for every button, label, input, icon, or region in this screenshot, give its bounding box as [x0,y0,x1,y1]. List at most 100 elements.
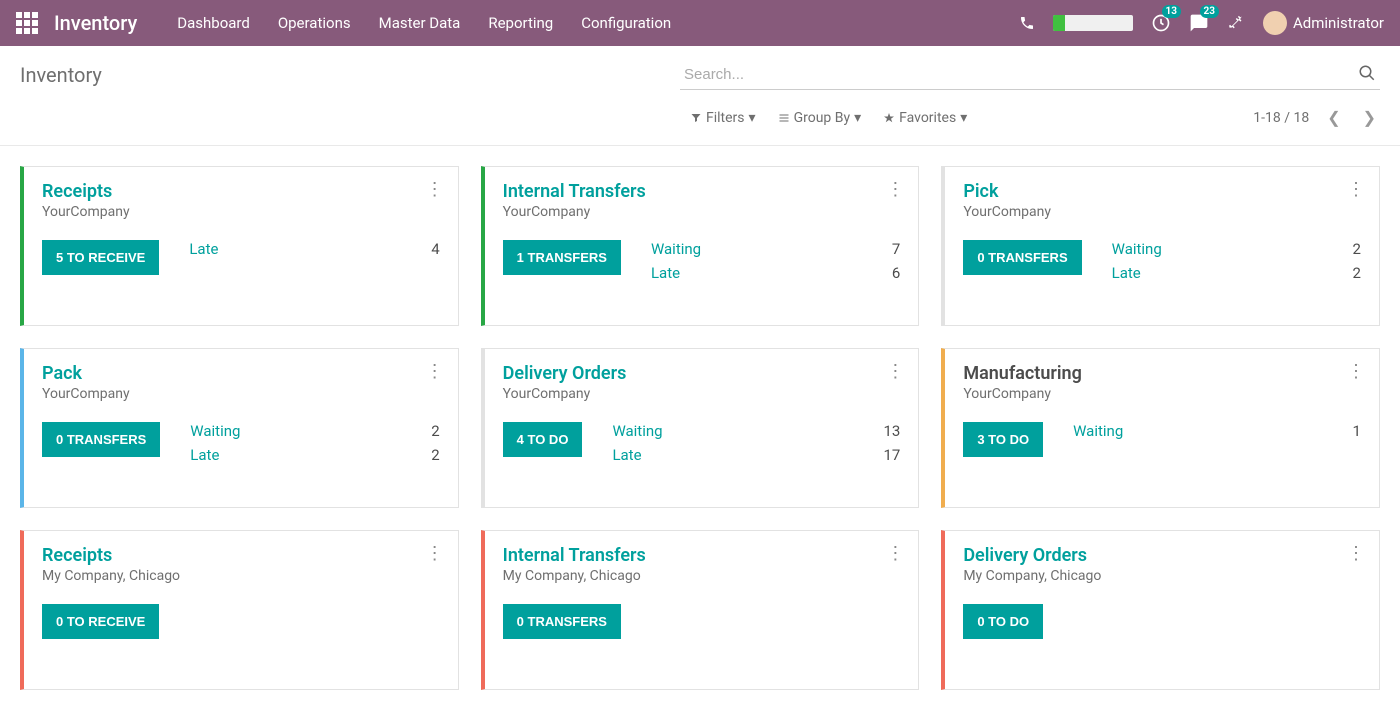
kanban-card: ⋮Delivery Orders YourCompany 4 TO DO Waitin… [481,348,920,508]
kanban-board: ⋮ReceiptsYourCompany5 TO RECEIVELate4⋮In… [0,146,1400,710]
card-company: My Company, Chicago [963,568,1361,584]
card-action-button[interactable]: 1 TRANSFERS [503,240,621,275]
search-input[interactable] [680,60,1380,90]
nav-configuration[interactable]: Configuration [581,14,671,32]
card-action-button[interactable]: 0 TRANSFERS [42,422,160,457]
kanban-card: ⋮PackYourCompany0 TRANSFERSWaiting2Late2 [20,348,459,508]
card-title[interactable]: Internal Transfers [503,545,901,566]
card-title[interactable]: Manufacturing [963,363,1361,384]
groupby-button[interactable]: Group By ▾ [778,110,862,126]
kanban-card: ⋮Internal TransfersMy Company, Chicago0 … [481,530,920,690]
card-stats: Waiting 13 Late17 [612,422,900,464]
card-title[interactable]: Pack [42,363,440,384]
card-company: YourCompany [503,386,901,402]
card-body: 0 TRANSFERS Waiting 2Late 2 [963,240,1361,282]
kanban-card: ⋮Delivery Orders My Company, Chicago 0 TO … [941,530,1380,690]
card-action-button[interactable]: 0 TO DO [963,604,1043,639]
favorites-label: Favorites [899,110,956,126]
stat-label[interactable]: Waiting [612,422,662,440]
caret-down-icon: ▾ [854,110,861,126]
apps-icon[interactable] [16,12,38,34]
filters-button[interactable]: Filters ▾ [690,110,756,126]
stat-label[interactable]: Waiting [1073,422,1123,440]
top-navbar: Inventory Dashboard Operations Master Da… [0,0,1400,46]
caret-down-icon: ▾ [749,110,756,126]
card-body: 0 TO DO [963,604,1361,639]
filter-group: Filters ▾ Group By ▾ Favorites ▾ [690,110,967,126]
card-action-button[interactable]: 5 TO RECEIVE [42,240,159,275]
kebab-icon[interactable]: ⋮ [426,181,444,199]
stat-label[interactable]: Late [612,446,641,464]
card-title[interactable]: Receipts [42,545,440,566]
kebab-icon[interactable]: ⋮ [886,545,904,563]
card-title[interactable]: Delivery Orders [503,363,901,384]
kebab-icon[interactable]: ⋮ [426,545,444,563]
stat-label[interactable]: Waiting [1112,240,1162,258]
chat-icon[interactable]: 23 [1189,13,1209,33]
card-company: YourCompany [963,204,1361,220]
stat-row: Late6 [651,264,900,282]
stat-label[interactable]: Late [189,240,218,258]
stat-row: Waiting2 [190,422,439,440]
card-body: 5 TO RECEIVE Late4 [42,240,440,275]
progress-bar[interactable] [1053,15,1133,31]
card-body: 4 TO DO Waiting 13 Late17 [503,422,901,464]
stat-value: 2 [431,446,439,464]
stat-row: Late4 [189,240,439,258]
stat-row: Late 2 [1112,264,1361,282]
kebab-icon[interactable]: ⋮ [886,181,904,199]
tools-icon[interactable] [1227,14,1245,32]
card-action-button[interactable]: 3 TO DO [963,422,1043,457]
card-stats: Late4 [189,240,439,258]
stat-label[interactable]: Waiting [190,422,240,440]
kebab-icon[interactable]: ⋮ [1347,363,1365,381]
stat-value: 7 [892,240,900,258]
search-wrap [680,60,1380,90]
card-title[interactable]: Internal Transfers [503,181,901,202]
card-action-button[interactable]: 0 TRANSFERS [963,240,1081,275]
card-title[interactable]: Pick [963,181,1361,202]
stat-value: 2 [1353,264,1361,282]
stat-label[interactable]: Late [1112,264,1141,282]
kebab-icon[interactable]: ⋮ [886,363,904,381]
nav-operations[interactable]: Operations [278,14,351,32]
card-action-button[interactable]: 0 TRANSFERS [503,604,621,639]
kebab-icon[interactable]: ⋮ [1347,181,1365,199]
activity-icon[interactable]: 13 [1151,13,1171,33]
card-body: 0 TRANSFERS Waiting2 Late 2 [42,422,440,464]
kebab-icon[interactable]: ⋮ [1347,545,1365,563]
phone-icon[interactable] [1019,15,1035,31]
card-action-button[interactable]: 0 TO RECEIVE [42,604,159,639]
card-body: 3 TO DO Waiting1 [963,422,1361,457]
stat-label[interactable]: Waiting [651,240,701,258]
nav-right: 13 23 Administrator [1019,11,1384,35]
nav-dashboard[interactable]: Dashboard [177,14,250,32]
pager: 1-18 / 18 ❮ ❯ [1253,104,1380,131]
pager-next[interactable]: ❯ [1359,104,1380,131]
nav-master-data[interactable]: Master Data [379,14,461,32]
pager-prev[interactable]: ❮ [1323,104,1344,131]
favorites-button[interactable]: Favorites ▾ [883,110,967,126]
card-stats: Waiting 2Late 2 [1112,240,1361,282]
card-stats: Waiting1 [1073,422,1361,440]
card-stats: Waiting2 Late 2 [190,422,439,464]
search-icon[interactable] [1358,64,1376,82]
user-menu[interactable]: Administrator [1263,11,1384,35]
card-stats: Waiting 7 Late6 [651,240,900,282]
pager-text: 1-18 / 18 [1253,110,1309,126]
stat-value: 13 [883,422,900,440]
stat-label[interactable]: Late [190,446,219,464]
toolbar: Filters ▾ Group By ▾ Favorites ▾ 1-18 / … [0,98,1400,146]
stat-row: Late17 [612,446,900,464]
stat-label[interactable]: Late [651,264,680,282]
nav-reporting[interactable]: Reporting [488,14,553,32]
card-body: 0 TO RECEIVE [42,604,440,639]
card-title[interactable]: Delivery Orders [963,545,1361,566]
card-company: YourCompany [963,386,1361,402]
card-action-button[interactable]: 4 TO DO [503,422,583,457]
app-brand[interactable]: Inventory [54,11,137,35]
kebab-icon[interactable]: ⋮ [426,363,444,381]
kanban-card: ⋮Manufacturing YourCompany 3 TO DO Waiting1 [941,348,1380,508]
stat-row: Waiting1 [1073,422,1361,440]
card-title[interactable]: Receipts [42,181,440,202]
